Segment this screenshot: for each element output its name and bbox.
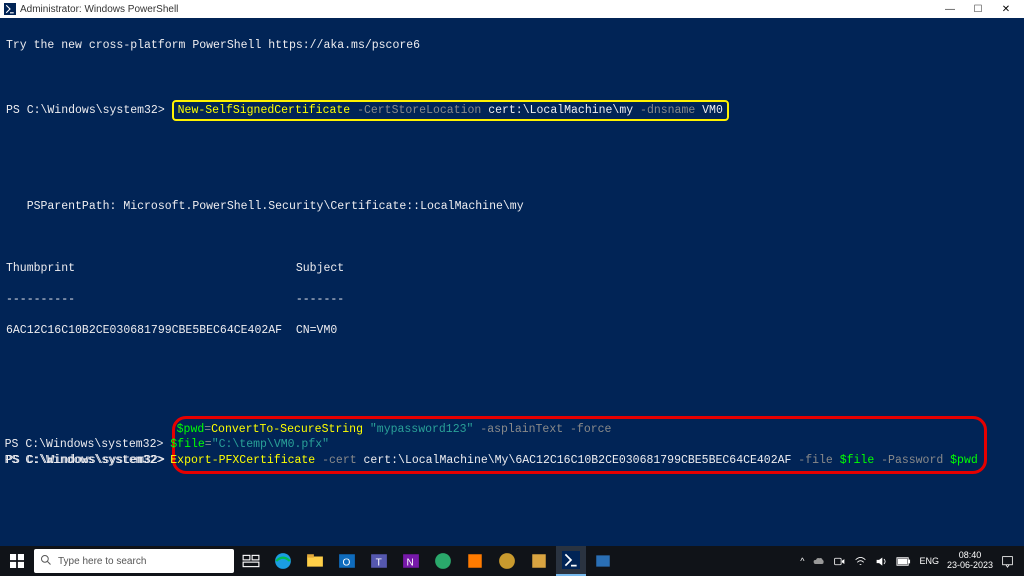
param: -dnsname <box>633 104 702 117</box>
clock[interactable]: 08:40 23-06-2023 <box>947 551 993 571</box>
app-icon[interactable] <box>460 546 490 576</box>
windows-taskbar[interactable]: Type here to search O T N ^ ENG 08:40 23… <box>0 546 1024 576</box>
banner-text: Try the new cross-platform PowerShell ht… <box>6 39 420 52</box>
cmdlet: ConvertTo-SecureString <box>211 423 363 436</box>
outlook-icon[interactable]: O <box>332 546 362 576</box>
svg-text:O: O <box>343 558 351 569</box>
search-placeholder: Type here to search <box>58 556 146 567</box>
param: -force <box>563 423 611 436</box>
svg-text:N: N <box>407 558 414 569</box>
app-icon[interactable] <box>588 546 618 576</box>
psparent-value: Microsoft.PowerShell.Security\Certificat… <box>123 200 523 213</box>
app-icon[interactable] <box>524 546 554 576</box>
wifi-icon[interactable] <box>854 555 867 568</box>
app-icon[interactable] <box>428 546 458 576</box>
arg: VM0 <box>702 104 723 117</box>
notifications-icon[interactable] <box>1001 555 1014 568</box>
table-sep: ---------- ------- <box>6 292 1018 308</box>
string: "mypassword123" <box>363 423 473 436</box>
variable: $pwd <box>950 454 978 467</box>
powershell-taskbar-icon[interactable] <box>556 546 586 576</box>
psparent-label: PSParentPath: <box>6 200 123 213</box>
edge-icon[interactable] <box>268 546 298 576</box>
onenote-icon[interactable]: N <box>396 546 426 576</box>
window-titlebar[interactable]: Administrator: Windows PowerShell — ☐ ✕ <box>0 0 1024 18</box>
table-header: Thumbprint Subject <box>6 261 1018 277</box>
onedrive-icon[interactable] <box>812 555 825 568</box>
minimize-button[interactable]: — <box>936 0 964 18</box>
search-icon <box>40 554 52 569</box>
prompt: PS C:\Windows\system32> <box>6 104 172 117</box>
maximize-button[interactable]: ☐ <box>964 0 992 18</box>
arg: cert:\LocalMachine\my <box>488 104 633 117</box>
param: -CertStoreLocation <box>350 104 488 117</box>
powershell-icon <box>4 3 16 15</box>
terminal-output[interactable]: Try the new cross-platform PowerShell ht… <box>0 18 1024 546</box>
cmdlet: New-SelfSignedCertificate <box>178 104 351 117</box>
prompt-inner: PS C:\Windows\system32> <box>5 438 171 451</box>
start-button[interactable] <box>2 546 32 576</box>
variable: $file <box>170 438 205 451</box>
teams-icon[interactable]: T <box>364 546 394 576</box>
highlight-new-cert: New-SelfSignedCertificate -CertStoreLoca… <box>172 100 729 122</box>
meet-now-icon[interactable] <box>833 555 846 568</box>
language-indicator[interactable]: ENG <box>919 556 939 566</box>
date: 23-06-2023 <box>947 561 993 571</box>
window-title: Administrator: Windows PowerShell <box>20 4 178 15</box>
variable: $file <box>840 454 875 467</box>
param: -asplainText <box>473 423 563 436</box>
chevron-up-icon[interactable]: ^ <box>800 556 804 566</box>
system-tray: ^ ENG 08:40 23-06-2023 <box>800 551 1022 571</box>
powershell-window: Administrator: Windows PowerShell — ☐ ✕ … <box>0 0 1024 576</box>
app-icon[interactable] <box>492 546 522 576</box>
variable: $pwd <box>177 423 205 436</box>
param: -Password <box>874 454 950 467</box>
titlebar-left: Administrator: Windows PowerShell <box>4 3 178 15</box>
explorer-icon[interactable] <box>300 546 330 576</box>
task-view-icon[interactable] <box>236 546 266 576</box>
highlight-export-block: $pwd=ConvertTo-SecureString "mypassword1… <box>172 416 987 475</box>
arg: cert:\LocalMachine\My\6AC12C16C10B2CE030… <box>364 454 792 467</box>
battery-icon[interactable] <box>896 556 911 567</box>
string: "C:\temp\VM0.pfx" <box>212 438 329 451</box>
prompt-inner: PS C:\Windows\system32> <box>5 454 171 467</box>
svg-text:T: T <box>376 558 382 569</box>
volume-icon[interactable] <box>875 555 888 568</box>
eq: = <box>205 438 212 451</box>
taskbar-search[interactable]: Type here to search <box>34 549 234 573</box>
close-button[interactable]: ✕ <box>992 0 1020 18</box>
window-controls: — ☐ ✕ <box>936 0 1020 18</box>
cmdlet: Export-PFXCertificate <box>170 454 315 467</box>
table-row: 6AC12C16C10B2CE030681799CBE5BEC64CE402AF… <box>6 323 1018 339</box>
param: -file <box>791 454 839 467</box>
param: -cert <box>315 454 363 467</box>
